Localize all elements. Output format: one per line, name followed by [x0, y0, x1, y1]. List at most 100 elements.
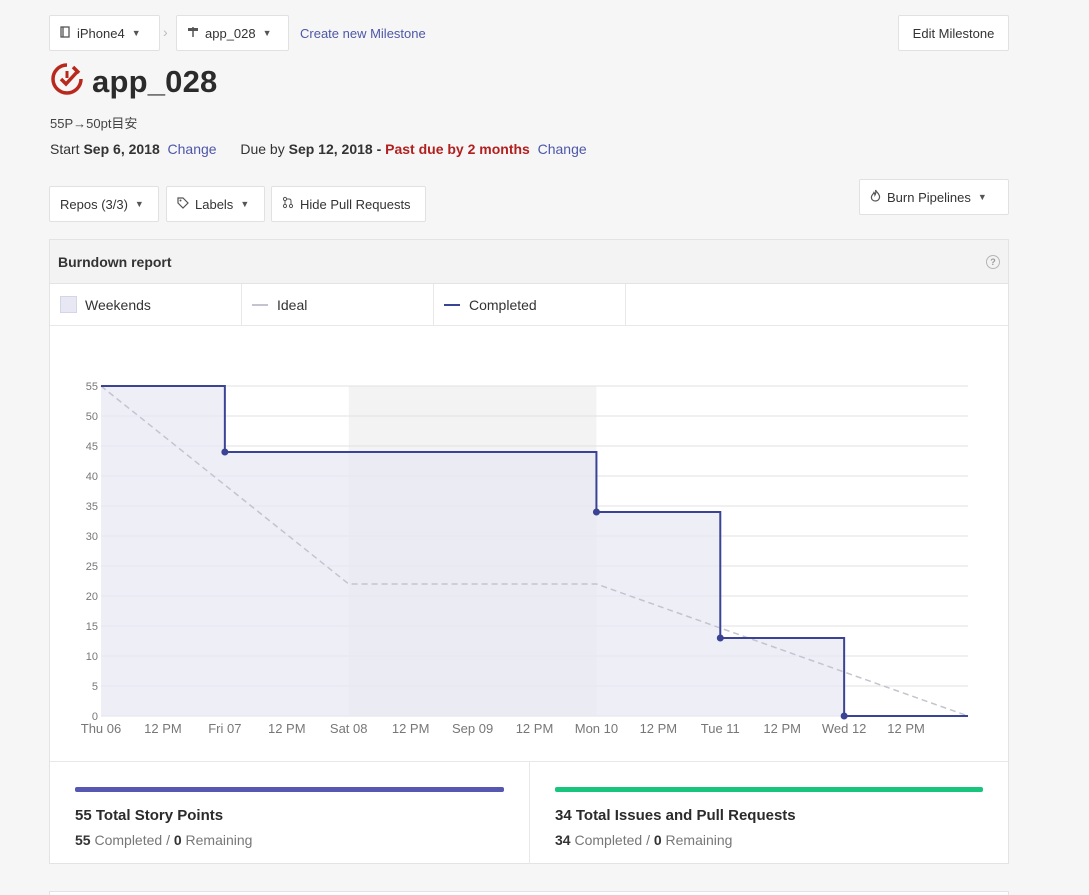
weekend-swatch [60, 296, 77, 313]
book-icon [60, 25, 71, 41]
page-title: app_028 [50, 62, 217, 101]
workspace-label: iPhone4 [77, 25, 125, 41]
y-tick-label: 5 [92, 681, 98, 693]
y-tick-label: 45 [86, 441, 98, 453]
repos-filter[interactable]: Repos (3/3) ▼ [49, 186, 159, 222]
past-due-text: Past due by 2 months [385, 141, 530, 157]
edit-milestone-label: Edit Milestone [912, 25, 995, 41]
milestone-dates: Start Sep 6, 2018 Change Due by Sep 12, … [50, 141, 587, 157]
hide-pull-requests-toggle[interactable]: Hide Pull Requests [271, 186, 426, 222]
story-points-breakdown: 55 Completed / 0 Remaining [75, 832, 504, 848]
next-panel [49, 891, 1009, 895]
y-tick-label: 40 [86, 471, 98, 483]
labels-filter-label: Labels [195, 196, 234, 212]
y-tick-label: 20 [86, 591, 98, 603]
remaining-label: Remaining [185, 832, 253, 848]
flame-icon [870, 189, 881, 205]
milestone-icon [187, 26, 199, 41]
legend-ideal-label: Ideal [277, 296, 308, 313]
panel-title: Burndown report [58, 253, 172, 270]
change-start-link[interactable]: Change [168, 141, 217, 157]
change-due-link[interactable]: Change [538, 141, 587, 157]
hide-pull-requests-label: Hide Pull Requests [300, 196, 411, 212]
x-tick-label: 12 PM [763, 721, 801, 736]
burndown-panel: Burndown report ? Weekends Ideal Complet… [49, 239, 1009, 864]
milestone-select-label: app_028 [205, 25, 256, 41]
x-tick-label: Sat 08 [330, 721, 368, 736]
edit-milestone-button[interactable]: Edit Milestone [898, 15, 1009, 51]
chevron-down-icon: ▼ [131, 28, 141, 38]
x-tick-label: 12 PM [640, 721, 678, 736]
legend-completed[interactable]: Completed [434, 284, 626, 325]
x-tick-label: Wed 12 [822, 721, 867, 736]
chevron-down-icon: ▼ [977, 192, 987, 202]
x-tick-label: Thu 06 [81, 721, 121, 736]
create-milestone-link[interactable]: Create new Milestone [300, 26, 426, 41]
burn-pipelines-select[interactable]: Burn Pipelines ▼ [859, 179, 1009, 215]
separator: / [646, 832, 650, 848]
legend-weekends-label: Weekends [85, 296, 151, 313]
past-due-milestone-icon [50, 62, 84, 101]
story-points-remaining: 0 [173, 832, 182, 848]
start-date: Sep 6, 2018 [83, 141, 160, 157]
y-tick-label: 35 [86, 501, 98, 513]
repos-filter-label: Repos (3/3) [60, 196, 128, 212]
y-tick-label: 15 [86, 621, 98, 633]
issues-completed: 34 [555, 832, 571, 848]
due-date: Sep 12, 2018 [288, 141, 373, 157]
story-points-stat: 55 Total Story Points 55 Completed / 0 R… [50, 762, 529, 864]
panel-header: Burndown report ? [50, 240, 1008, 284]
y-tick-label: 10 [86, 651, 98, 663]
chevron-down-icon: ▼ [240, 199, 250, 209]
burndown-chart: 0510152025303540455055Thu 06 12 PM Fri 07 1… [81, 381, 969, 736]
y-tick-label: 50 [86, 411, 98, 423]
x-tick-label: Fri 07 [208, 721, 241, 736]
issues-stat: 34 Total Issues and Pull Requests 34 Com… [529, 762, 1008, 864]
stats-section: 55 Total Story Points 55 Completed / 0 R… [50, 761, 1008, 864]
y-tick-label: 55 [86, 381, 98, 393]
y-tick-label: 30 [86, 531, 98, 543]
due-label: Due by [240, 141, 285, 157]
ideal-swatch [252, 303, 268, 306]
labels-filter[interactable]: Labels ▼ [166, 186, 265, 222]
x-tick-label: 12 PM [516, 721, 554, 736]
due-dash: - [376, 141, 382, 157]
pull-request-icon [282, 196, 294, 212]
x-tick-label: 12 PM [144, 721, 182, 736]
chevron-down-icon: ▼ [262, 28, 272, 38]
chevron-down-icon: ▼ [134, 199, 144, 209]
completed-point [592, 508, 600, 516]
burn-pipelines-label: Burn Pipelines [887, 189, 971, 205]
issues-title: 34 Total Issues and Pull Requests [555, 807, 796, 824]
milestone-title: app_028 [92, 63, 218, 99]
completed-point [221, 448, 229, 456]
completed-label: Completed [94, 832, 163, 848]
story-points-progress-bar [75, 787, 504, 792]
x-tick-label: 12 PM [268, 721, 306, 736]
x-tick-label: Sep 09 [452, 721, 493, 736]
remaining-label: Remaining [665, 832, 733, 848]
start-label: Start [50, 141, 80, 157]
workspace-select[interactable]: iPhone4 ▼ [49, 15, 160, 51]
completed-swatch [444, 303, 460, 306]
x-tick-label: 12 PM [887, 721, 925, 736]
x-tick-label: 12 PM [392, 721, 430, 736]
milestone-select[interactable]: app_028 ▼ [176, 15, 289, 51]
story-points-completed: 55 [75, 832, 91, 848]
x-tick-label: Tue 11 [701, 721, 740, 736]
chart-legend: Weekends Ideal Completed [50, 284, 1008, 326]
legend-ideal[interactable]: Ideal [242, 284, 434, 325]
separator: / [166, 832, 170, 848]
help-icon[interactable]: ? [986, 254, 1000, 269]
issues-progress-bar [555, 787, 983, 792]
breadcrumb-chevron-icon: › [163, 24, 168, 40]
issues-remaining: 0 [653, 832, 662, 848]
tag-icon [177, 196, 189, 212]
milestone-description: 55P→50pt目安 [50, 116, 138, 131]
completed-point [716, 634, 724, 642]
x-tick-label: Mon 10 [575, 721, 618, 736]
legend-completed-label: Completed [469, 296, 537, 313]
y-tick-label: 25 [86, 561, 98, 573]
completed-label: Completed [574, 832, 643, 848]
legend-weekends[interactable]: Weekends [50, 284, 242, 325]
